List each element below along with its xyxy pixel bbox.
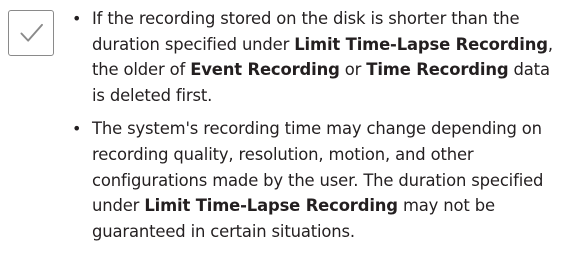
bullet: • bbox=[72, 119, 82, 139]
check-mark-graphic bbox=[20, 23, 43, 42]
bold-term-event-recording: Event Recording bbox=[190, 60, 340, 80]
bold-term-limit-time-lapse-recording: Limit Time-Lapse Recording bbox=[144, 196, 398, 216]
bullet: • bbox=[72, 9, 82, 28]
note-item-disk-duration: • If the recording stored on the disk is… bbox=[72, 6, 562, 108]
bold-term-time-recording: Time Recording bbox=[366, 60, 509, 80]
bold-term-limit-time-lapse-recording: Limit Time-Lapse Recording bbox=[294, 34, 548, 54]
note-list: • If the recording stored on the disk is… bbox=[72, 6, 562, 244]
note-item-recording-time: • The system's recording time may change… bbox=[72, 116, 562, 244]
check-icon bbox=[8, 10, 54, 56]
text-segment: or bbox=[339, 60, 367, 80]
